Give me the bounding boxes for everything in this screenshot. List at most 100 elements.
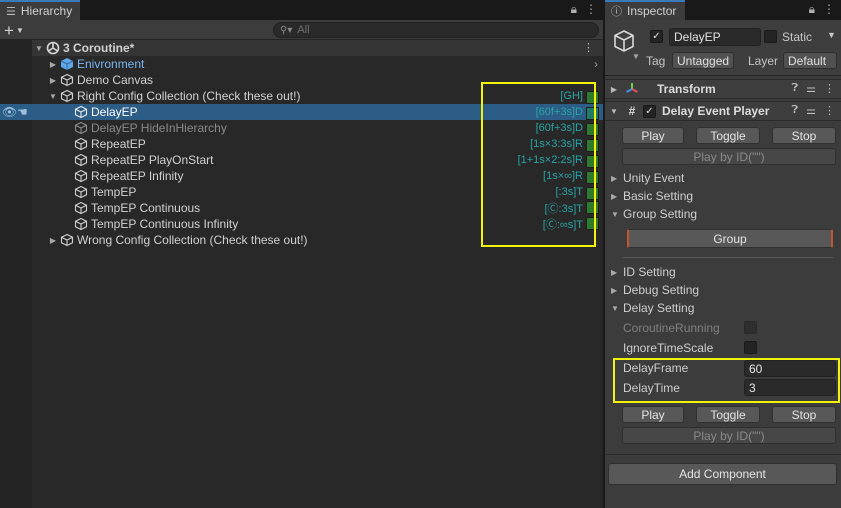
transform-axes-icon [626, 83, 638, 93]
hierarchy-item-tempep-continuous[interactable]: TempEP Continuous [Ⓒ:3s]T [0, 200, 603, 216]
play-by-id-button[interactable]: Play by ID("") [622, 148, 836, 165]
stop-button[interactable]: Stop [772, 127, 836, 144]
expand-arrow-icon[interactable]: ▼ [607, 107, 621, 116]
toggle-square[interactable] [586, 107, 599, 120]
toggle-square[interactable] [586, 187, 599, 200]
expand-arrow-icon[interactable]: ▶ [48, 60, 58, 69]
chevron-right-icon[interactable]: › [594, 57, 598, 71]
hierarchy-item-demo-canvas[interactable]: ▶ Demo Canvas [0, 72, 603, 88]
play-button-bottom[interactable]: Play [622, 406, 684, 423]
help-icon[interactable]: ❓︎ [792, 104, 799, 117]
visibility-eye-icon[interactable]: 👁︎ [2, 105, 17, 119]
delay-setting-foldout[interactable]: ▼ Delay Setting [611, 301, 694, 315]
toggle-square[interactable] [586, 201, 599, 214]
unity-event-foldout[interactable]: ▶ Unity Event [611, 171, 684, 185]
hierarchy-item-right-config[interactable]: ▼ Right Config Collection (Check these o… [0, 88, 603, 104]
id-setting-foldout[interactable]: ▶ ID Setting [611, 265, 676, 279]
pick-hand-icon[interactable]: ☚ [17, 105, 28, 119]
hierarchy-item-tempep-continuous-infinity[interactable]: TempEP Continuous Infinity [Ⓒ:∞s]T [0, 216, 603, 232]
cube-icon [74, 121, 88, 135]
lock-icon[interactable]: 🔒︎ [809, 2, 815, 17]
active-checkbox[interactable]: ✓ [650, 30, 663, 43]
badge-repeat: [1s×3:3s]R [530, 138, 599, 152]
tag-dropdown[interactable]: Untagged [672, 52, 734, 69]
hierarchy-item-repeatep-infinity[interactable]: RepeatEP Infinity [1s×∞]R [0, 168, 603, 184]
delay-time-field[interactable]: 3 [744, 379, 836, 396]
lock-icon[interactable]: 🔒︎ [571, 2, 577, 17]
hierarchy-toolbar: + ▼ ⚲▾ All [0, 20, 603, 40]
static-label: Static [782, 30, 813, 44]
group-button[interactable]: Group [627, 229, 833, 248]
add-object-button[interactable]: + ▼ [4, 21, 24, 39]
kebab-menu-icon[interactable]: ⋮ [824, 104, 835, 117]
gameobject-cube-icon[interactable] [611, 28, 637, 54]
toggle-square[interactable] [586, 217, 599, 230]
badge-temp-continuous: [Ⓒ:3s]T [544, 200, 599, 216]
scene-header-row[interactable]: ▼ 3 Coroutine* ⋮ [32, 40, 603, 56]
foldout-label: Debug Setting [623, 283, 700, 297]
badge-delay: [60f+3s]D [536, 106, 599, 120]
cube-icon [74, 217, 88, 231]
toggle-button-bottom[interactable]: Toggle [696, 406, 760, 423]
presets-icon[interactable]: ⚌ [806, 82, 816, 95]
add-component-button[interactable]: Add Component [608, 463, 837, 485]
toggle-square[interactable] [586, 123, 599, 136]
hierarchy-item-delayep[interactable]: 👁︎ ☚ DelayEP [60f+3s]D [0, 104, 603, 120]
expand-arrow-icon[interactable]: ▼ [48, 92, 58, 101]
play-button[interactable]: Play [622, 127, 684, 144]
chevron-down-icon[interactable]: ▼ [632, 52, 640, 61]
expand-arrow-icon[interactable]: ▶ [48, 236, 58, 245]
scene-menu-icon[interactable]: ⋮ [583, 42, 594, 54]
delay-frame-field[interactable]: 60 [744, 360, 836, 377]
presets-icon[interactable]: ⚌ [806, 104, 816, 117]
hierarchy-search-input[interactable]: ⚲▾ All [273, 22, 599, 38]
play-by-id-button-bottom[interactable]: Play by ID("") [622, 427, 836, 444]
toggle-square[interactable] [586, 155, 599, 168]
layer-dropdown[interactable]: Default [783, 52, 837, 69]
expand-arrow-icon: ▼ [611, 209, 619, 219]
hierarchy-tab[interactable]: ☰ Hierarchy [0, 0, 81, 20]
component-title: Delay Event Player [662, 104, 770, 118]
ignore-timescale-checkbox[interactable] [744, 341, 757, 354]
hierarchy-tree: ▼ 3 Coroutine* ⋮ ▶ Enivronment › ▶ Demo [0, 40, 603, 508]
tag-label: Tag [646, 54, 666, 68]
toggle-square[interactable] [586, 91, 599, 104]
toggle-square[interactable] [586, 171, 599, 184]
hierarchy-item-environment[interactable]: ▶ Enivronment › [0, 56, 603, 72]
hierarchy-item-repeatep-playonstart[interactable]: RepeatEP PlayOnStart [1+1s×2:2s]R [0, 152, 603, 168]
search-placeholder: All [297, 24, 310, 36]
help-icon[interactable]: ❓︎ [792, 82, 799, 95]
stop-button-bottom[interactable]: Stop [772, 406, 836, 423]
script-hash-icon: # [628, 104, 636, 118]
expand-arrow-icon[interactable]: ▶ [607, 85, 621, 94]
hierarchy-item-label: Enivronment [77, 57, 145, 71]
delay-event-player-header[interactable]: ▼ # ✓ Delay Event Player ❓︎ ⚌ ⋮ [605, 101, 841, 121]
hierarchy-item-delayep-hidden[interactable]: DelayEP HideInHierarchy [60f+3s]D [0, 120, 603, 136]
expand-arrow-icon: ▶ [611, 267, 618, 277]
hierarchy-item-label: Wrong Config Collection (Check these out… [77, 233, 308, 247]
debug-setting-foldout[interactable]: ▶ Debug Setting [611, 283, 699, 297]
cube-icon [60, 89, 74, 103]
foldout-label: ID Setting [623, 265, 676, 279]
kebab-menu-icon[interactable]: ⋮ [823, 2, 835, 17]
expand-arrow-icon[interactable]: ▼ [34, 44, 44, 53]
foldout-label: Unity Event [623, 171, 685, 185]
basic-setting-foldout[interactable]: ▶ Basic Setting [611, 189, 693, 203]
inspector-tab[interactable]: ⓘ Inspector [605, 0, 685, 20]
kebab-menu-icon[interactable]: ⋮ [824, 82, 835, 95]
transform-component-header[interactable]: ▶ Transform ❓︎ ⚌ ⋮ [605, 79, 841, 99]
toggle-square[interactable] [586, 139, 599, 152]
layer-label: Layer [748, 54, 779, 68]
hierarchy-item-wrong-config[interactable]: ▶ Wrong Config Collection (Check these o… [0, 232, 603, 248]
object-name-field[interactable]: DelayEP [669, 28, 761, 46]
chevron-down-icon[interactable]: ▼ [827, 30, 836, 40]
kebab-menu-icon[interactable]: ⋮ [585, 2, 597, 17]
hierarchy-item-tempep[interactable]: TempEP [:3s]T [0, 184, 603, 200]
hierarchy-item-repeatep[interactable]: RepeatEP [1s×3:3s]R [0, 136, 603, 152]
badge-gh: [GH] [560, 90, 599, 104]
expand-arrow-icon[interactable]: ▶ [48, 76, 58, 85]
toggle-button[interactable]: Toggle [696, 127, 760, 144]
static-checkbox[interactable] [764, 30, 777, 43]
group-setting-foldout[interactable]: ▼ Group Setting [611, 207, 697, 221]
component-enabled-checkbox[interactable]: ✓ [643, 104, 656, 118]
